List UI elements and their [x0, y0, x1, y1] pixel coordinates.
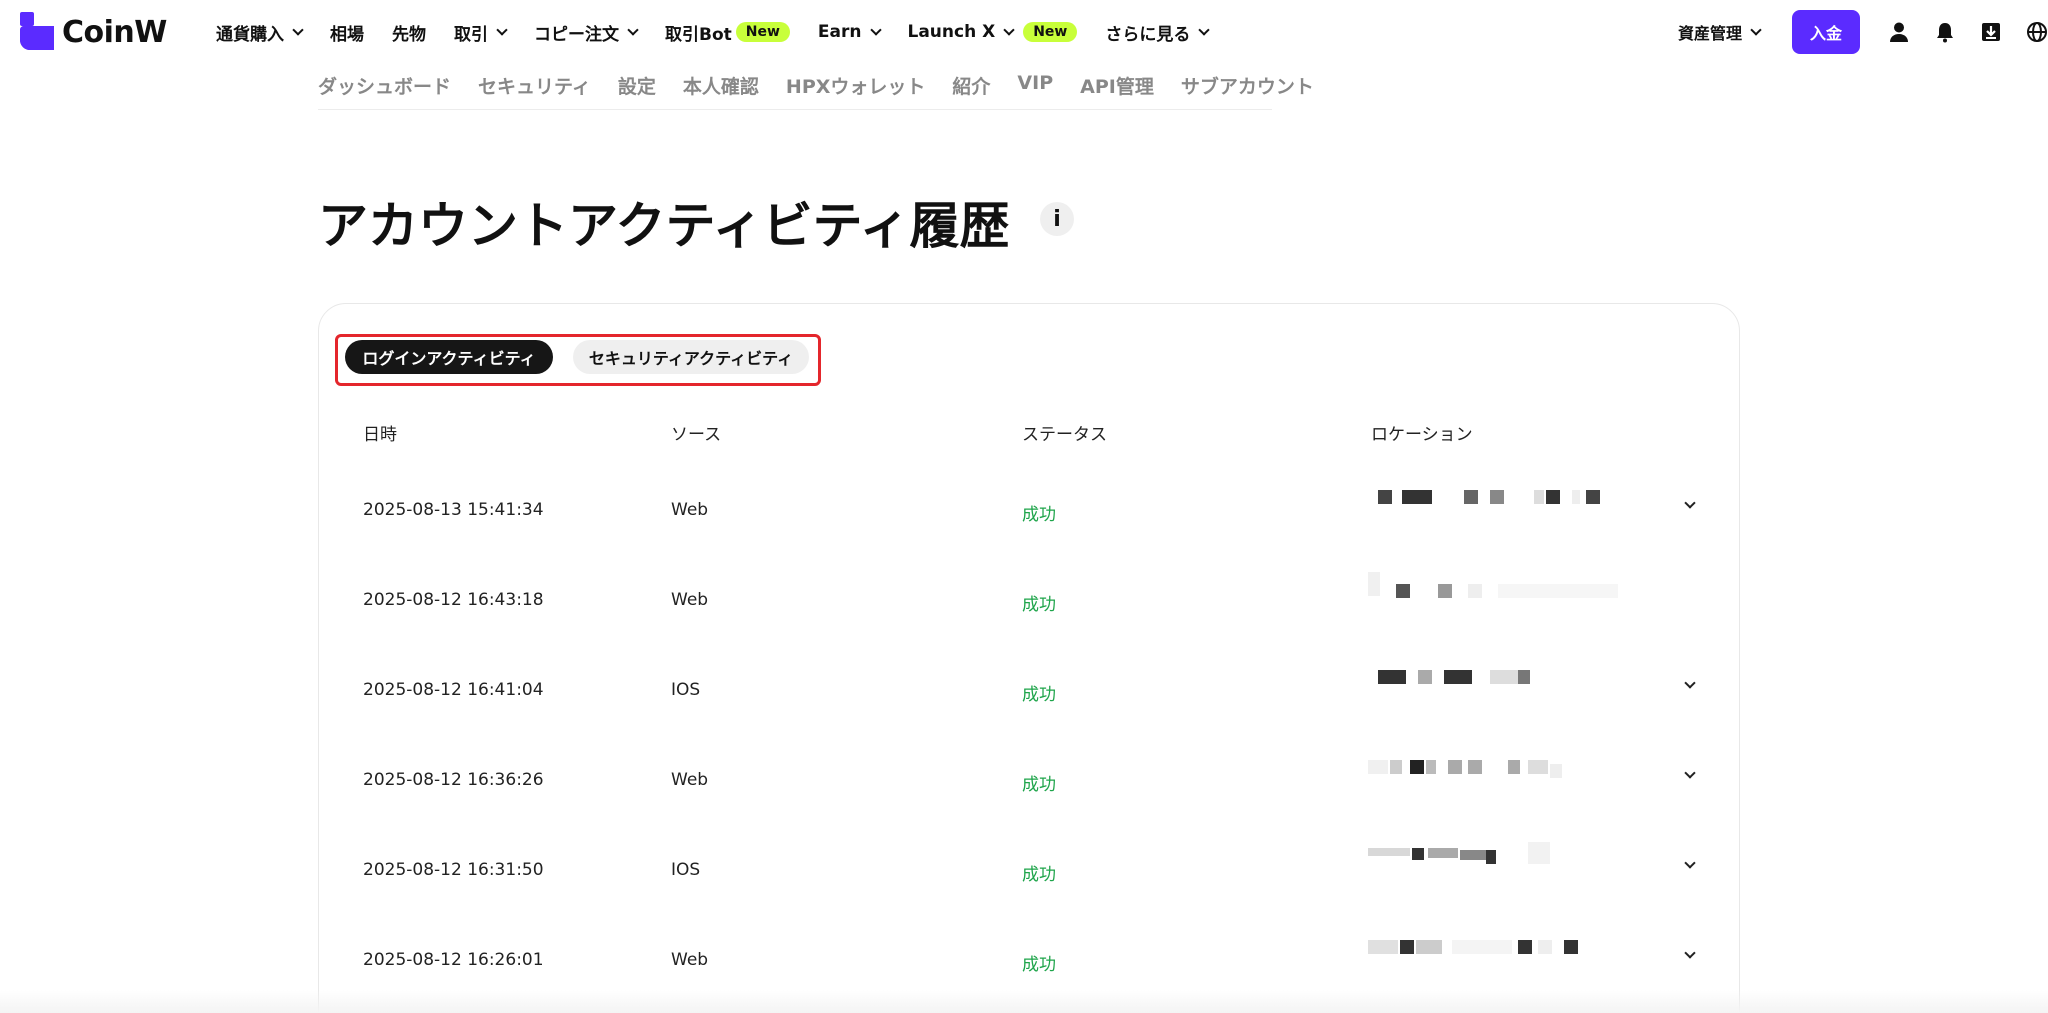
column-header-location: ロケーション	[1371, 425, 1473, 445]
top-navigation: CoinW 通貨購入 相場 先物 取引 コピー注文 取引Bot New Earn …	[0, 0, 2048, 64]
row-source: Web	[671, 590, 709, 610]
subnav-security[interactable]: セキュリティ	[478, 72, 591, 109]
redacted-location	[1368, 940, 1688, 960]
row-source: IOS	[671, 860, 701, 880]
subnav-sub-account[interactable]: サブアカウント	[1181, 72, 1314, 109]
subnav-api-management[interactable]: API管理	[1080, 72, 1154, 109]
nav-label: 先物	[392, 24, 426, 45]
expand-row-button[interactable]	[1684, 492, 1700, 509]
expand-row-button[interactable]	[1684, 762, 1700, 779]
bell-icon[interactable]	[1934, 21, 1956, 43]
bottom-fade	[0, 990, 2048, 1013]
expand-row-button[interactable]	[1684, 672, 1700, 689]
new-badge: New	[1023, 22, 1078, 42]
chevron-down-icon	[292, 23, 304, 36]
nav-label: Launch X	[907, 22, 996, 42]
column-header-datetime: 日時	[363, 425, 397, 445]
nav-trade[interactable]: 取引	[454, 20, 508, 45]
table-row: 2025-08-13 15:41:34 Web 成功	[318, 490, 1740, 590]
tab-security-activity[interactable]: セキュリティアクティビティ	[573, 340, 809, 374]
user-icon[interactable]	[1888, 21, 1910, 43]
coinw-logo-mark	[20, 12, 54, 52]
nav-markets[interactable]: 相場	[330, 20, 364, 45]
main-nav: 通貨購入 相場 先物 取引 コピー注文 取引Bot New Earn Launch…	[216, 0, 1236, 64]
row-datetime: 2025-08-12 16:36:26	[363, 770, 544, 790]
row-datetime: 2025-08-13 15:41:34	[363, 500, 544, 520]
table-row: 2025-08-12 16:36:26 Web 成功	[318, 760, 1740, 860]
subnav-hpx-wallet[interactable]: HPXウォレット	[786, 72, 925, 109]
chevron-down-icon	[1003, 23, 1015, 36]
table-row: 2025-08-12 16:43:18 Web 成功	[318, 572, 1740, 680]
nav-futures[interactable]: 先物	[392, 20, 426, 45]
row-status: 成功	[1022, 595, 1056, 615]
globe-icon[interactable]	[2026, 21, 2048, 43]
nav-label: 相場	[330, 24, 364, 45]
subnav-referral[interactable]: 紹介	[952, 72, 990, 109]
row-status: 成功	[1022, 865, 1056, 885]
subnav-dashboard[interactable]: ダッシュボード	[318, 72, 451, 109]
column-header-status: ステータス	[1022, 425, 1107, 445]
nav-label: 取引	[454, 24, 488, 45]
nav-earn[interactable]: Earn	[817, 22, 882, 42]
table-row: 2025-08-12 16:31:50 IOS 成功	[318, 842, 1740, 950]
nav-launch-x[interactable]: Launch X New	[908, 22, 1078, 42]
chevron-down-icon	[869, 23, 882, 36]
tab-login-activity[interactable]: ログインアクティビティ	[345, 340, 553, 374]
row-datetime: 2025-08-12 16:43:18	[363, 590, 544, 610]
chevron-down-icon	[496, 23, 508, 36]
redacted-location	[1378, 670, 1698, 690]
row-status: 成功	[1022, 955, 1056, 975]
row-status: 成功	[1022, 685, 1056, 705]
new-badge: New	[735, 22, 790, 42]
account-subnav: ダッシュボード セキュリティ 設定 本人確認 HPXウォレット 紹介 VIP A…	[318, 72, 1314, 110]
row-source: IOS	[671, 680, 701, 700]
column-header-source: ソース	[671, 425, 722, 445]
nav-right: 資産管理 入金	[1678, 0, 2048, 64]
row-status: 成功	[1022, 775, 1056, 795]
asset-management-menu[interactable]: 資産管理	[1677, 20, 1762, 44]
nav-label: さらに見る	[1105, 24, 1191, 45]
page-title: アカウントアクティビティ履歴	[318, 197, 1010, 255]
expand-row-button[interactable]	[1684, 942, 1700, 959]
nav-label: 取引Bot	[665, 24, 732, 45]
row-source: Web	[671, 950, 709, 970]
nav-label: コピー注文	[534, 24, 619, 45]
redacted-location	[1368, 572, 1688, 600]
nav-copy-trading[interactable]: コピー注文	[534, 20, 639, 45]
row-source: Web	[671, 500, 709, 520]
redacted-location	[1368, 760, 1688, 780]
subnav-identity-verification[interactable]: 本人確認	[683, 72, 759, 109]
nav-trading-bot[interactable]: 取引Bot New	[665, 20, 790, 45]
redacted-location	[1368, 842, 1688, 870]
download-icon[interactable]	[1980, 21, 2002, 43]
row-datetime: 2025-08-12 16:41:04	[363, 680, 544, 700]
expand-row-button[interactable]	[1684, 852, 1700, 869]
chevron-down-icon	[1750, 23, 1762, 36]
row-datetime: 2025-08-12 16:26:01	[363, 950, 544, 970]
nav-label: Earn	[817, 22, 862, 42]
info-icon[interactable]: i	[1040, 202, 1074, 236]
brand-name: CoinW	[62, 14, 167, 50]
nav-more[interactable]: さらに見る	[1105, 20, 1211, 45]
chevron-down-icon	[627, 23, 639, 36]
redacted-location	[1378, 490, 1698, 510]
chevron-down-icon	[1198, 23, 1211, 36]
asset-management-label: 資産管理	[1677, 24, 1742, 43]
nav-label: 通貨購入	[216, 24, 284, 45]
nav-buy-crypto[interactable]: 通貨購入	[216, 20, 304, 45]
table-row: 2025-08-12 16:41:04 IOS 成功	[318, 670, 1740, 770]
coinw-logo[interactable]: CoinW	[20, 12, 167, 52]
row-source: Web	[671, 770, 709, 790]
subnav-settings[interactable]: 設定	[618, 72, 656, 109]
deposit-button[interactable]: 入金	[1792, 10, 1860, 54]
row-datetime: 2025-08-12 16:31:50	[363, 860, 544, 880]
row-status: 成功	[1022, 505, 1056, 525]
subnav-vip[interactable]: VIP	[1017, 72, 1053, 109]
